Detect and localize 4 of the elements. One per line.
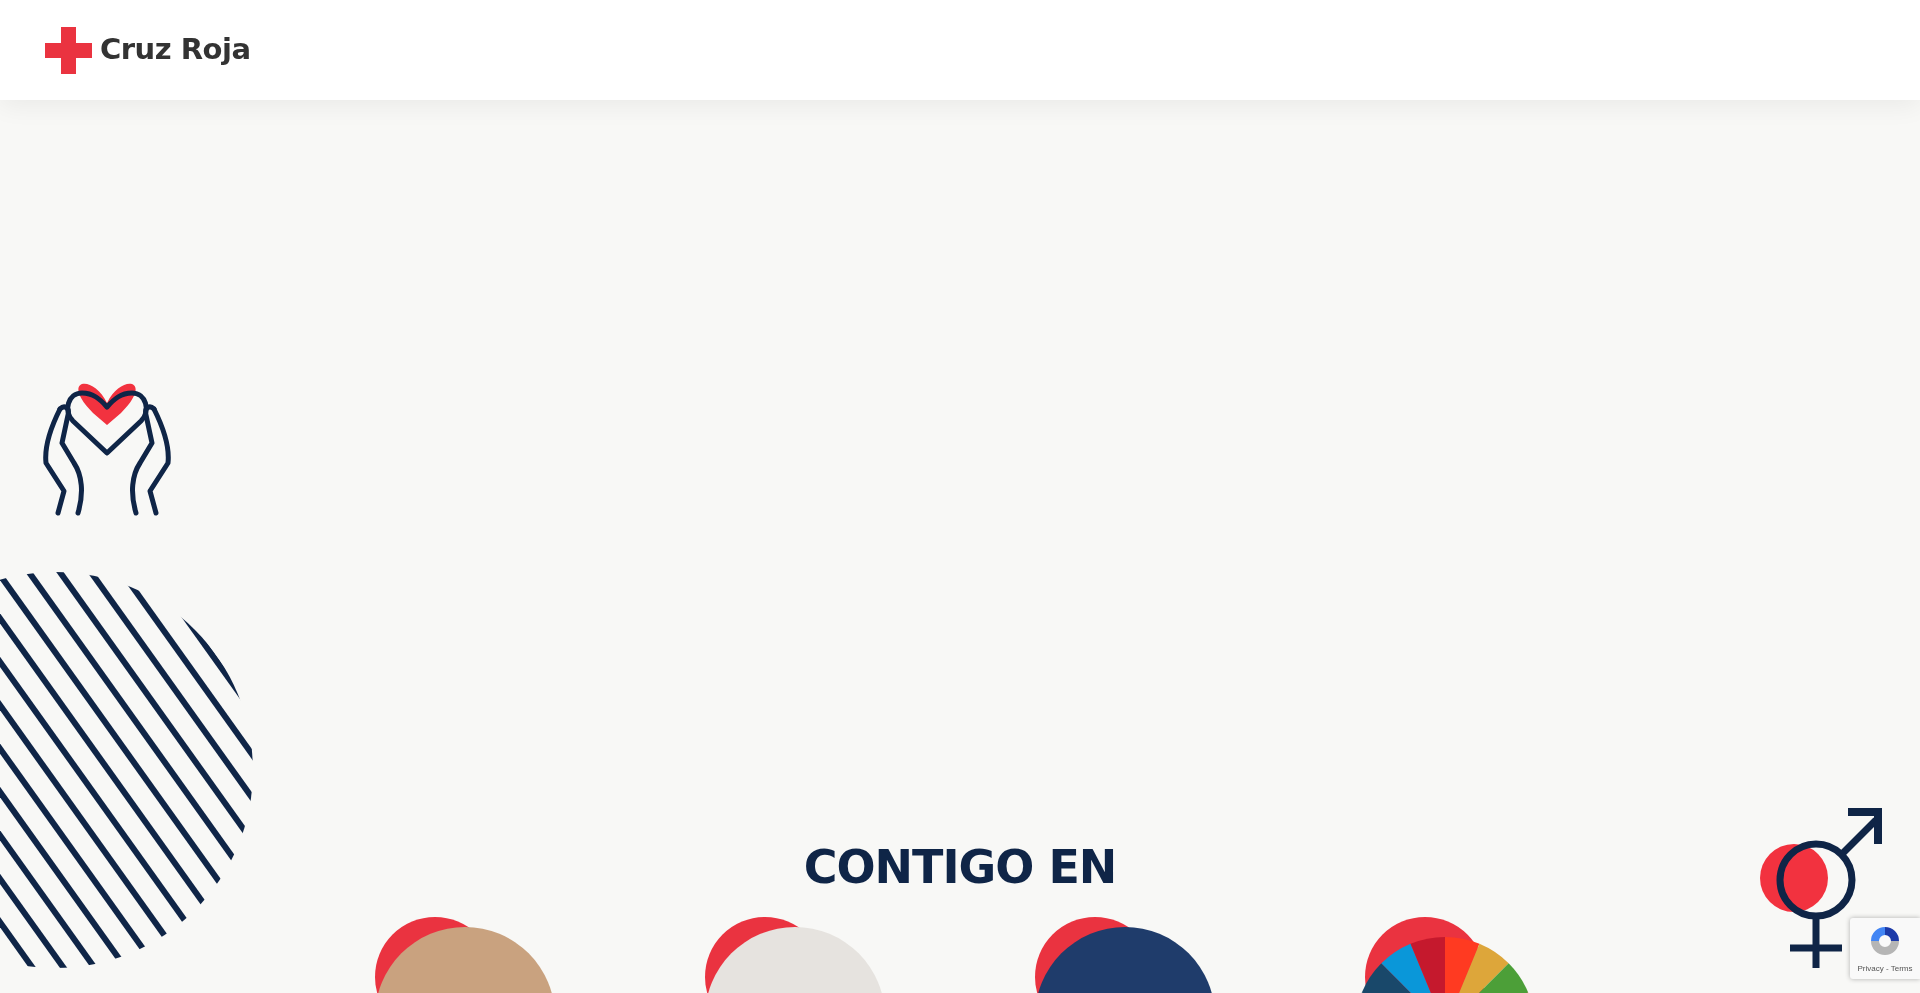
cross-logo-icon	[45, 26, 92, 74]
logo-text[interactable]: Cruz Roja	[100, 28, 251, 72]
section-heading: CONTIGO EN	[802, 840, 1118, 896]
privacy-terms-link[interactable]: Privacy - Terms	[1857, 962, 1913, 975]
